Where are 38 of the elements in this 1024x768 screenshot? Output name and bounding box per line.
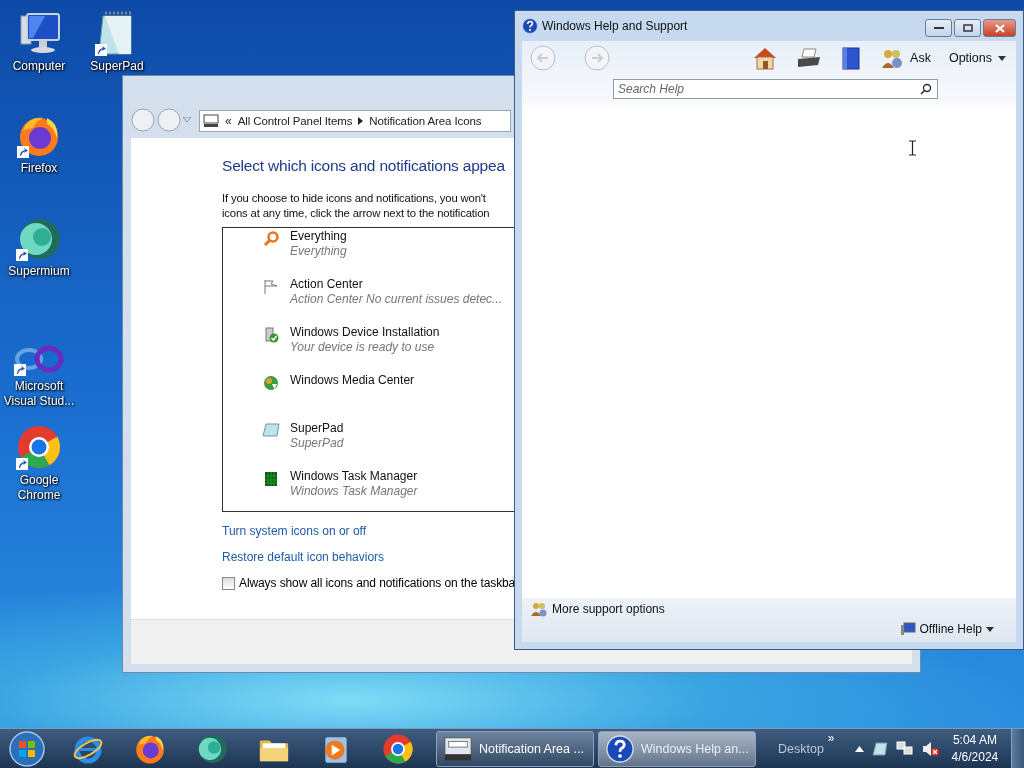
chevron-icon[interactable]: «: [225, 114, 232, 128]
checkbox-label: Always show all icons and notifications on the taskba: [239, 576, 516, 590]
offline-help-menu[interactable]: Offline Help: [899, 622, 994, 636]
desktop-shortcut[interactable]: Supermium: [0, 213, 78, 279]
icon-name: Everything: [290, 229, 347, 244]
icon-description: Windows Task Manager: [290, 484, 418, 499]
ask-button[interactable]: Ask: [880, 46, 931, 70]
desktop-shortcut[interactable]: Firefox: [0, 110, 78, 176]
link[interactable]: Turn system icons on or off: [222, 524, 367, 538]
breadcrumb[interactable]: All Control Panel Items: [237, 115, 353, 127]
icon-description: Action Center No current issues detec...: [290, 292, 503, 307]
support-options-link[interactable]: More support options: [530, 601, 665, 617]
address-bar[interactable]: « All Control Panel Items Notification Area Icons: [199, 110, 511, 132]
desktop-shortcut[interactable]: SuperPad: [78, 8, 156, 74]
icon-description: SuperPad: [290, 436, 344, 451]
icon-name: Windows Media Center: [290, 373, 415, 388]
clock-date[interactable]: 4/6/2024: [951, 748, 999, 766]
options-menu[interactable]: Options: [948, 51, 1006, 65]
breadcrumb[interactable]: Notification Area Icons: [369, 115, 482, 127]
link[interactable]: Restore default icon behaviors: [222, 550, 385, 564]
description-text: icons at any time, click the arrow next to the notification: [222, 206, 491, 221]
description-text: If you choose to hide icons and notifications, you won't: [222, 191, 487, 206]
search-field[interactable]: Search Help: [613, 79, 938, 99]
icon-description: Everything: [290, 244, 347, 259]
icon-name: Windows Device Installation: [290, 325, 440, 340]
icon-description: Your device is ready to use: [290, 340, 436, 355]
window-title: Windows Help and Support: [542, 19, 689, 33]
taskbar-button[interactable]: Notification Area ...: [436, 730, 594, 767]
icon-name: Windows Task Manager: [290, 469, 418, 484]
clock-time[interactable]: 5:04 AM: [952, 731, 997, 749]
icon-name: SuperPad: [290, 421, 344, 436]
desktop-shortcut[interactable]: Google Chrome: [0, 422, 78, 503]
desktop-shortcut[interactable]: Computer: [0, 8, 78, 74]
desktop-shortcut[interactable]: Microsoft Visual Stud...: [0, 328, 78, 409]
toolbar-chevron[interactable]: »: [827, 731, 835, 745]
desktop-toolbar[interactable]: Desktop: [778, 741, 824, 756]
icon-name: Action Center: [290, 277, 364, 292]
page-heading: Select which icons and notifications appea: [222, 157, 506, 175]
